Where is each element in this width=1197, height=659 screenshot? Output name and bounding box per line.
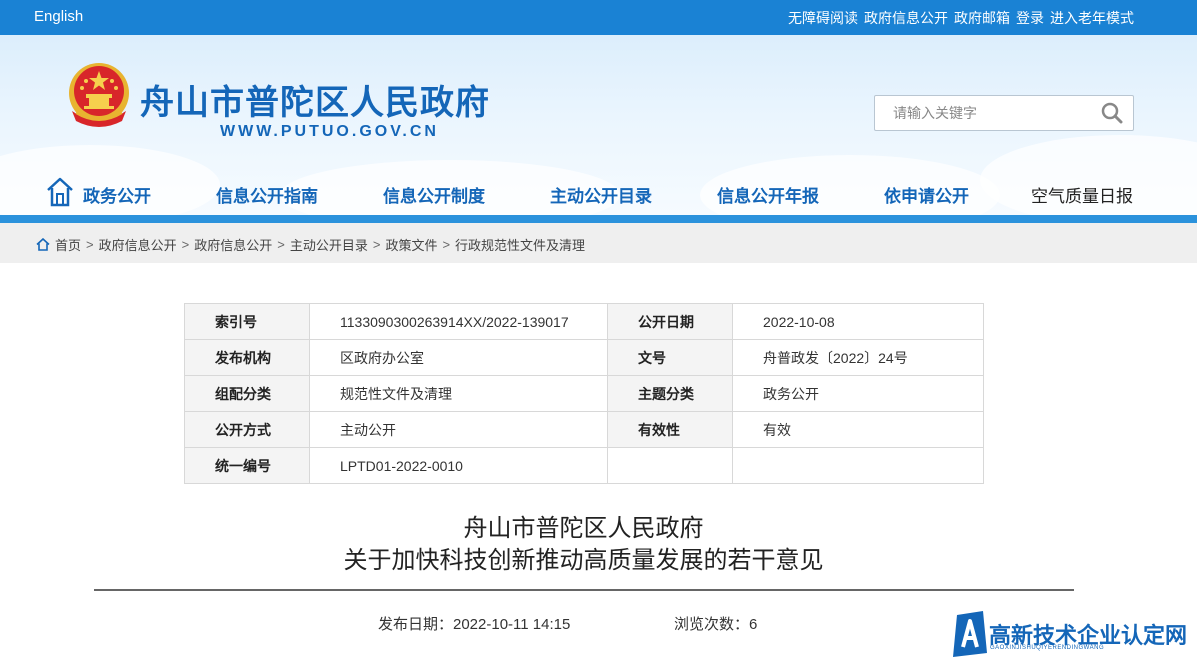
label-doc-number: 文号 — [607, 339, 733, 376]
label-topic: 主题分类 — [607, 375, 733, 412]
nav-apply-open[interactable]: 依申请公开 — [884, 182, 969, 207]
table-row: 公开方式 主动公开 有效性 有效 — [184, 411, 984, 448]
value-topic: 政务公开 — [732, 375, 984, 412]
watermark-subtext: GAOXINJISHUQIYERENDINGWANG — [990, 645, 1105, 651]
publish-datetime: 发布日期：2022-10-11 14:15 — [378, 616, 571, 633]
header-banner: 舟山市普陀区人民政府 WWW.PUTUO.GOV.CN 政务公开 信息公开指南 … — [0, 35, 1197, 215]
value-category: 规范性文件及清理 — [309, 375, 608, 412]
crumb-normative-docs[interactable]: 行政规范性文件及清理 — [455, 235, 585, 254]
value-doc-number: 舟普政发〔2022〕24号 — [732, 339, 984, 376]
breadcrumb: 首页 > 政府信息公开 > 政府信息公开 > 主动公开目录 > 政策文件 > 行… — [0, 223, 1197, 263]
title-divider — [94, 589, 1074, 591]
value-issuer: 区政府办公室 — [309, 339, 608, 376]
crumb-home[interactable]: 首页 — [55, 235, 81, 254]
site-title[interactable]: 舟山市普陀区人民政府 — [140, 75, 490, 124]
view-count: 浏览次数：6 — [674, 616, 758, 633]
elder-mode-link[interactable]: 进入老年模式 — [1050, 8, 1134, 28]
crumb-active-catalog[interactable]: 主动公开目录 — [290, 235, 368, 254]
nav-active-catalog[interactable]: 主动公开目录 — [550, 182, 652, 207]
label-index-number: 索引号 — [184, 303, 310, 340]
nav-annual-report[interactable]: 信息公开年报 — [717, 182, 819, 207]
value-publish-date: 2022-10-08 — [732, 303, 984, 340]
label-unified-number: 统一编号 — [184, 447, 310, 484]
empty-cell — [732, 447, 984, 484]
main-nav: 政务公开 信息公开指南 信息公开制度 主动公开目录 信息公开年报 依申请公开 空… — [0, 160, 1197, 215]
value-unified-number: LPTD01-2022-0010 — [309, 447, 608, 484]
top-bar: English 无障碍阅读 政府信息公开 政府邮箱 登录 进入老年模式 — [0, 0, 1197, 35]
value-index-number: 1133090300263914XX/2022-139017 — [309, 303, 608, 340]
crumb-policy-docs[interactable]: 政策文件 — [385, 235, 437, 254]
nav-gov-affairs-open[interactable]: 政务公开 — [83, 182, 151, 207]
site-url: WWW.PUTUO.GOV.CN — [220, 123, 439, 140]
document-title-line2: 关于加快科技创新推动高质量发展的若干意见 — [343, 546, 824, 574]
login-link[interactable]: 登录 — [1016, 8, 1044, 28]
crumb-gov-info-2[interactable]: 政府信息公开 — [194, 235, 272, 254]
national-emblem-icon — [69, 63, 129, 127]
search-icon[interactable] — [1101, 102, 1123, 124]
search-box — [874, 95, 1134, 131]
nav-open-guide[interactable]: 信息公开指南 — [216, 182, 318, 207]
top-links: 无障碍阅读 政府信息公开 政府邮箱 登录 进入老年模式 — [788, 8, 1134, 28]
nav-open-system[interactable]: 信息公开制度 — [383, 182, 485, 207]
label-publish-date: 公开日期 — [607, 303, 733, 340]
table-row: 发布机构 区政府办公室 文号 舟普政发〔2022〕24号 — [184, 339, 984, 376]
value-open-method: 主动公开 — [309, 411, 608, 448]
label-open-method: 公开方式 — [184, 411, 310, 448]
empty-cell — [607, 447, 733, 484]
nav-air-quality[interactable]: 空气质量日报 — [1031, 182, 1133, 207]
label-category: 组配分类 — [184, 375, 310, 412]
gov-info-link[interactable]: 政府信息公开 — [864, 8, 948, 28]
document-info-table: 索引号 1133090300263914XX/2022-139017 公开日期 … — [184, 303, 984, 484]
label-validity: 有效性 — [607, 411, 733, 448]
value-validity: 有效 — [732, 411, 984, 448]
breadcrumb-home-icon — [36, 238, 50, 251]
table-row: 组配分类 规范性文件及清理 主题分类 政务公开 — [184, 375, 984, 412]
watermark-logo: 高新技术企业认定网 GAOXINJISHUQIYERENDINGWANG — [953, 611, 1197, 659]
watermark-a-icon — [953, 611, 987, 657]
search-input[interactable] — [875, 96, 1095, 130]
accessibility-link[interactable]: 无障碍阅读 — [788, 8, 858, 28]
gov-mail-link[interactable]: 政府邮箱 — [954, 8, 1010, 28]
crumb-gov-info-1[interactable]: 政府信息公开 — [99, 235, 177, 254]
table-row: 索引号 1133090300263914XX/2022-139017 公开日期 … — [184, 303, 984, 340]
english-link[interactable]: English — [34, 8, 83, 25]
document-title-line1: 舟山市普陀区人民政府 — [463, 514, 704, 542]
nav-underline — [0, 215, 1197, 223]
table-row: 统一编号 LPTD01-2022-0010 — [184, 447, 984, 484]
label-issuer: 发布机构 — [184, 339, 310, 376]
home-icon — [47, 177, 73, 207]
